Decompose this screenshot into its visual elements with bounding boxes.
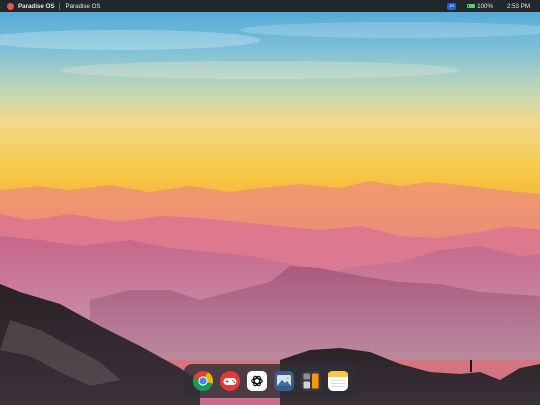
wallpaper (0, 0, 540, 405)
menu-active-window[interactable]: Paradise OS (65, 3, 100, 10)
calculator-icon[interactable] (300, 370, 322, 392)
chrome-icon[interactable] (192, 370, 214, 392)
menu-clock[interactable]: 2:53 PM (507, 3, 530, 10)
dock (184, 364, 356, 398)
gamepad-icon[interactable] (219, 370, 241, 392)
chatgpt-icon[interactable] (246, 370, 268, 392)
battery-level: 100% (477, 2, 493, 10)
desktop[interactable]: Paradise OS Paradise OS JH 100% 2:53 PM (0, 0, 540, 405)
paradise-logo-icon[interactable] (7, 2, 14, 10)
battery-icon[interactable] (467, 3, 476, 9)
menu-separator (59, 2, 61, 10)
menu-app-name[interactable]: Paradise OS (18, 3, 54, 10)
photos-icon[interactable] (273, 370, 295, 392)
menu-bar: Paradise OS Paradise OS JH 100% 2:53 PM (0, 0, 540, 12)
notes-icon[interactable] (327, 370, 349, 392)
user-badge[interactable]: JH (447, 2, 457, 10)
